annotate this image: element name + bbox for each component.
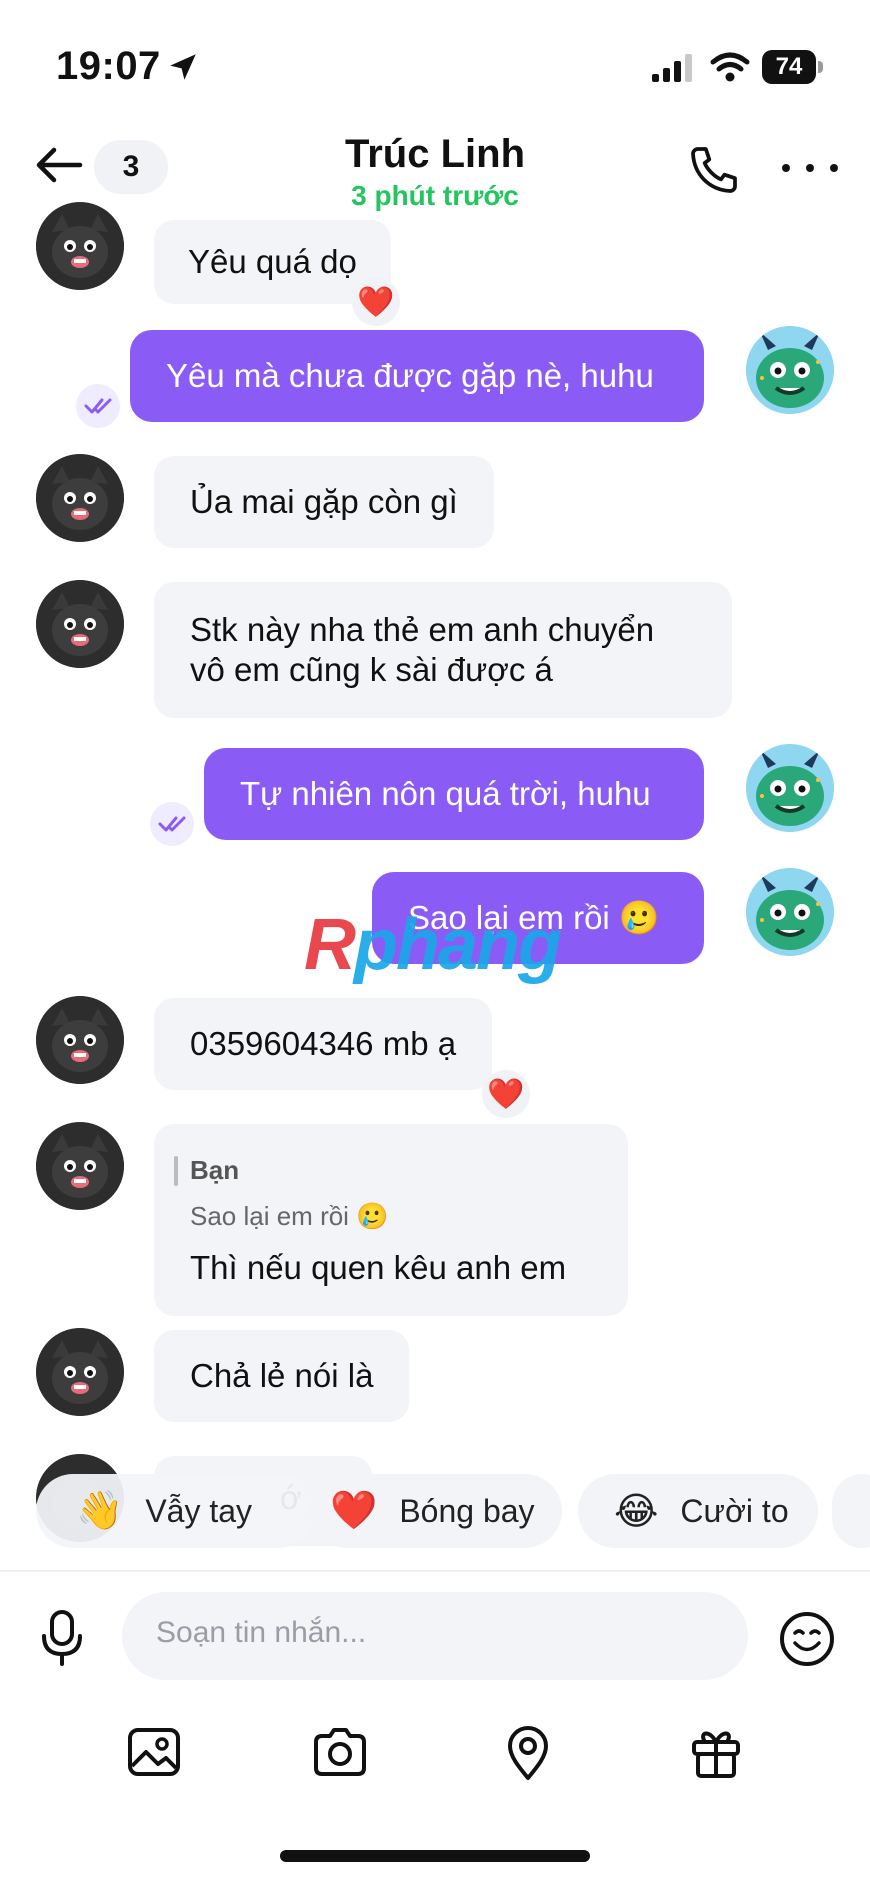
contact-avatar[interactable]: [36, 1328, 124, 1416]
microphone-icon[interactable]: [38, 1608, 86, 1668]
seen-check-icon: [150, 802, 194, 846]
home-indicator[interactable]: [280, 1850, 590, 1862]
message-bubble-incoming[interactable]: Chả lẻ nói là: [154, 1330, 410, 1422]
heart-reaction-icon[interactable]: ❤️: [482, 1070, 530, 1118]
battery-level: 74: [762, 50, 816, 84]
phone-call-icon[interactable]: [686, 142, 742, 198]
watermark-logo: Rphang: [304, 905, 562, 985]
contact-avatar[interactable]: [36, 580, 124, 668]
chip-label: Bóng bay: [399, 1492, 535, 1529]
laughing-icon: 😂: [614, 1490, 659, 1533]
location-arrow-icon: [170, 54, 196, 80]
battery-icon: 74: [762, 50, 824, 84]
my-avatar[interactable]: [746, 868, 834, 956]
contact-avatar[interactable]: [36, 996, 124, 1084]
status-time: 19:07: [56, 44, 161, 88]
message-line: vô em cũng k sài được á: [190, 651, 553, 688]
reply-message-bubble[interactable]: Bạn Sao lại em rồi 🥲 Thì nếu quen kêu an…: [154, 1124, 628, 1316]
my-avatar[interactable]: [746, 326, 834, 414]
my-avatar[interactable]: [746, 744, 834, 832]
heart-icon: ❤️: [330, 1490, 378, 1532]
wave-icon: 👋: [76, 1490, 124, 1532]
quick-reaction-laugh[interactable]: 😂 Cười to: [578, 1474, 818, 1548]
message-bubble-incoming[interactable]: Ủa mai gặp còn gì: [154, 456, 494, 548]
message-input[interactable]: Soạn tin nhắn...: [122, 1592, 748, 1680]
contact-avatar[interactable]: [36, 454, 124, 542]
cellular-signal-icon: [652, 54, 692, 82]
message-line: Stk này nha thẻ em anh chuyển: [190, 611, 655, 648]
contact-avatar[interactable]: [36, 202, 124, 290]
message-bubble-outgoing[interactable]: Tự nhiên nôn quá trời, huhu: [204, 748, 704, 840]
location-pin-icon[interactable]: [498, 1722, 558, 1782]
wifi-icon: [710, 52, 750, 82]
message-text: Thì nếu quen kêu anh em: [190, 1249, 567, 1286]
quoted-text: Sao lại em rồi 🥲: [190, 1201, 389, 1231]
gift-icon[interactable]: [686, 1722, 746, 1782]
image-gallery-icon[interactable]: [124, 1722, 184, 1782]
message-bubble-outgoing[interactable]: Yêu mà chưa được gặp nè, huhu: [130, 330, 704, 422]
heart-reaction-icon[interactable]: ❤️: [352, 278, 400, 326]
quick-reaction-balloon[interactable]: ❤️ Bóng bay: [310, 1474, 562, 1548]
quick-reaction-more[interactable]: [832, 1474, 870, 1548]
chip-label: Cười to: [680, 1492, 789, 1529]
quick-reaction-wave[interactable]: 👋 Vẫy tay: [36, 1474, 316, 1548]
composer-divider: [0, 1570, 870, 1572]
seen-check-icon: [76, 384, 120, 428]
contact-avatar[interactable]: [36, 1122, 124, 1210]
quoted-sender: Bạn: [190, 1155, 240, 1185]
emoji-icon[interactable]: [778, 1610, 836, 1668]
chip-label: Vẫy tay: [145, 1492, 253, 1529]
message-input-placeholder: Soạn tin nhắn...: [156, 1616, 367, 1649]
camera-icon[interactable]: [310, 1722, 370, 1782]
message-bubble-incoming[interactable]: Stk này nha thẻ em anh chuyển vô em cũng…: [154, 582, 732, 718]
message-bubble-incoming[interactable]: 0359604346 mb ạ: [154, 998, 493, 1090]
more-options-icon[interactable]: [782, 150, 838, 186]
